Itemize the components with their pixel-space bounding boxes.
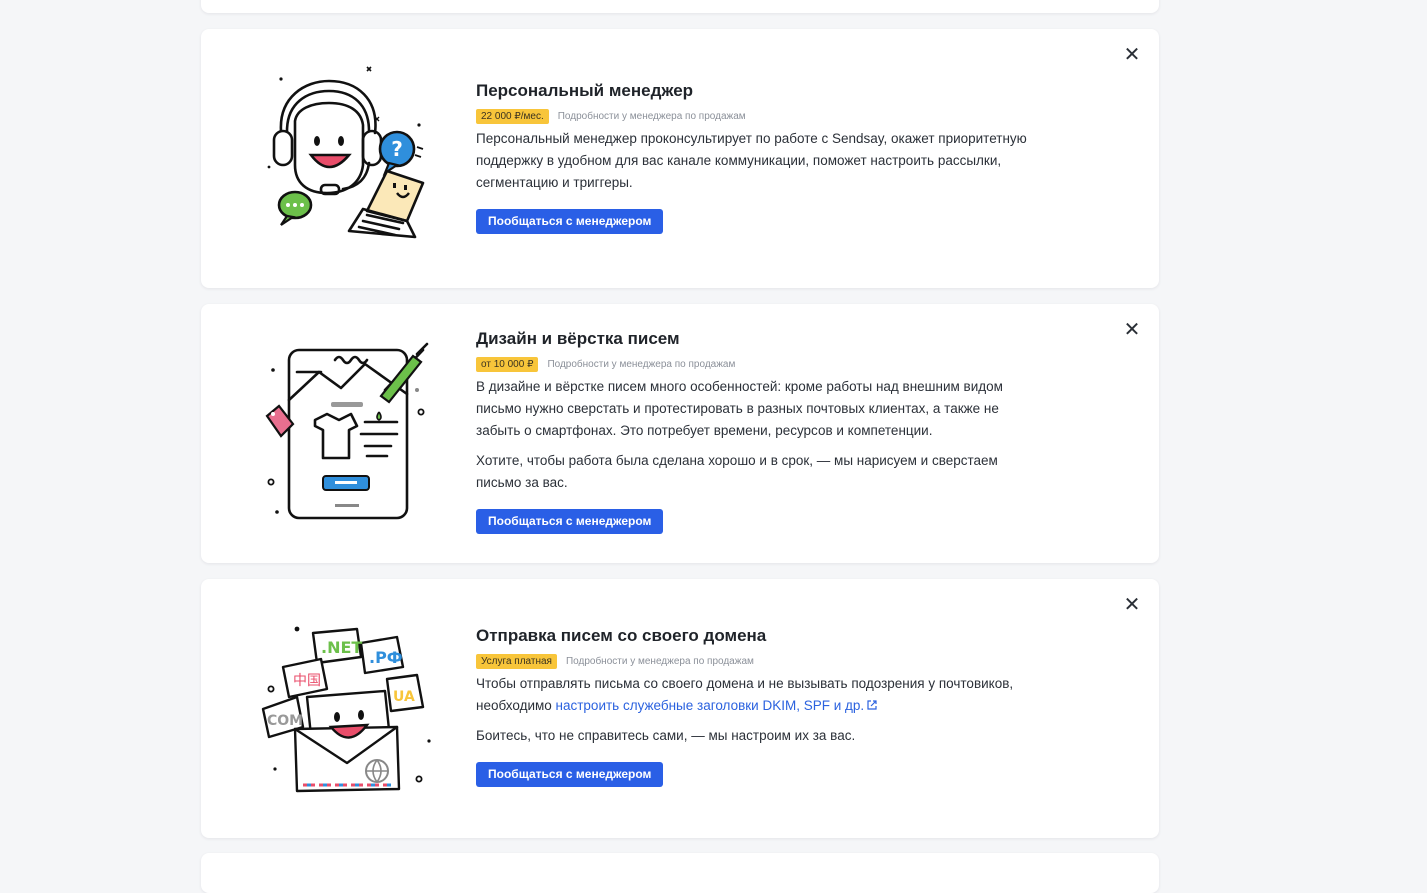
price-badge: Услуга платная xyxy=(476,653,557,669)
meta-note: Подробности у менеджера по продажам xyxy=(557,110,746,122)
service-card-email-design: ✕ Дизайн и вёрстка писем от 10 000 ₽ Под… xyxy=(201,304,1159,563)
previous-card xyxy=(201,0,1159,13)
email-design-icon xyxy=(257,342,437,522)
card-description: Чтобы отправлять письма со своего домена… xyxy=(476,673,1036,717)
price-badge: 22 000 ₽/мес. xyxy=(476,108,549,124)
card-description-2: Хотите, чтобы работа была сделана хорошо… xyxy=(476,453,998,490)
close-icon[interactable]: ✕ xyxy=(1123,45,1141,65)
card-title: Персональный менеджер xyxy=(476,81,694,100)
card-description: Персональный менеджер проконсультирует п… xyxy=(476,131,1027,190)
meta-note: Подробности у менеджера по продажам xyxy=(547,358,736,370)
card-description-2: Боитесь, что не справитесь сами, — мы на… xyxy=(476,728,856,743)
contact-manager-button[interactable]: Пообщаться с менеджером xyxy=(476,762,664,787)
close-icon[interactable]: ✕ xyxy=(1123,320,1141,340)
rf-label: .РФ xyxy=(369,648,403,667)
headset-support-icon: ? xyxy=(257,59,437,239)
meta-note: Подробности у менеджера по продажам xyxy=(565,655,754,667)
contact-manager-button[interactable]: Пообщаться с менеджером xyxy=(476,509,664,534)
card-description: В дизайне и вёрстке писем много особенно… xyxy=(476,379,1003,438)
card-title: Дизайн и вёрстка писем xyxy=(476,329,680,348)
next-card xyxy=(201,853,1159,893)
service-card-personal-manager: ✕ ? Персональный менеджер 22 000 ₽/мес. … xyxy=(201,29,1159,288)
svg-text:?: ? xyxy=(391,137,403,161)
external-link-icon[interactable] xyxy=(867,695,877,717)
net-label: .NET xyxy=(321,638,362,657)
domain-envelope-icon: .NET .РФ 中国 COM UA xyxy=(257,619,437,799)
card-title: Отправка писем со своего домена xyxy=(476,626,767,645)
contact-manager-button[interactable]: Пообщаться с менеджером xyxy=(476,209,664,234)
service-card-own-domain: ✕ .NET .РФ 中国 COM UA Отправка писем со с… xyxy=(201,579,1159,838)
dkim-spf-link[interactable]: настроить служебные заголовки DKIM, SPF … xyxy=(556,698,865,713)
close-icon[interactable]: ✕ xyxy=(1123,595,1141,615)
ua-label: UA xyxy=(393,689,415,705)
com-label: COM xyxy=(267,713,303,729)
cn-label: 中国 xyxy=(293,673,321,689)
price-badge: от 10 000 ₽ xyxy=(476,356,539,372)
